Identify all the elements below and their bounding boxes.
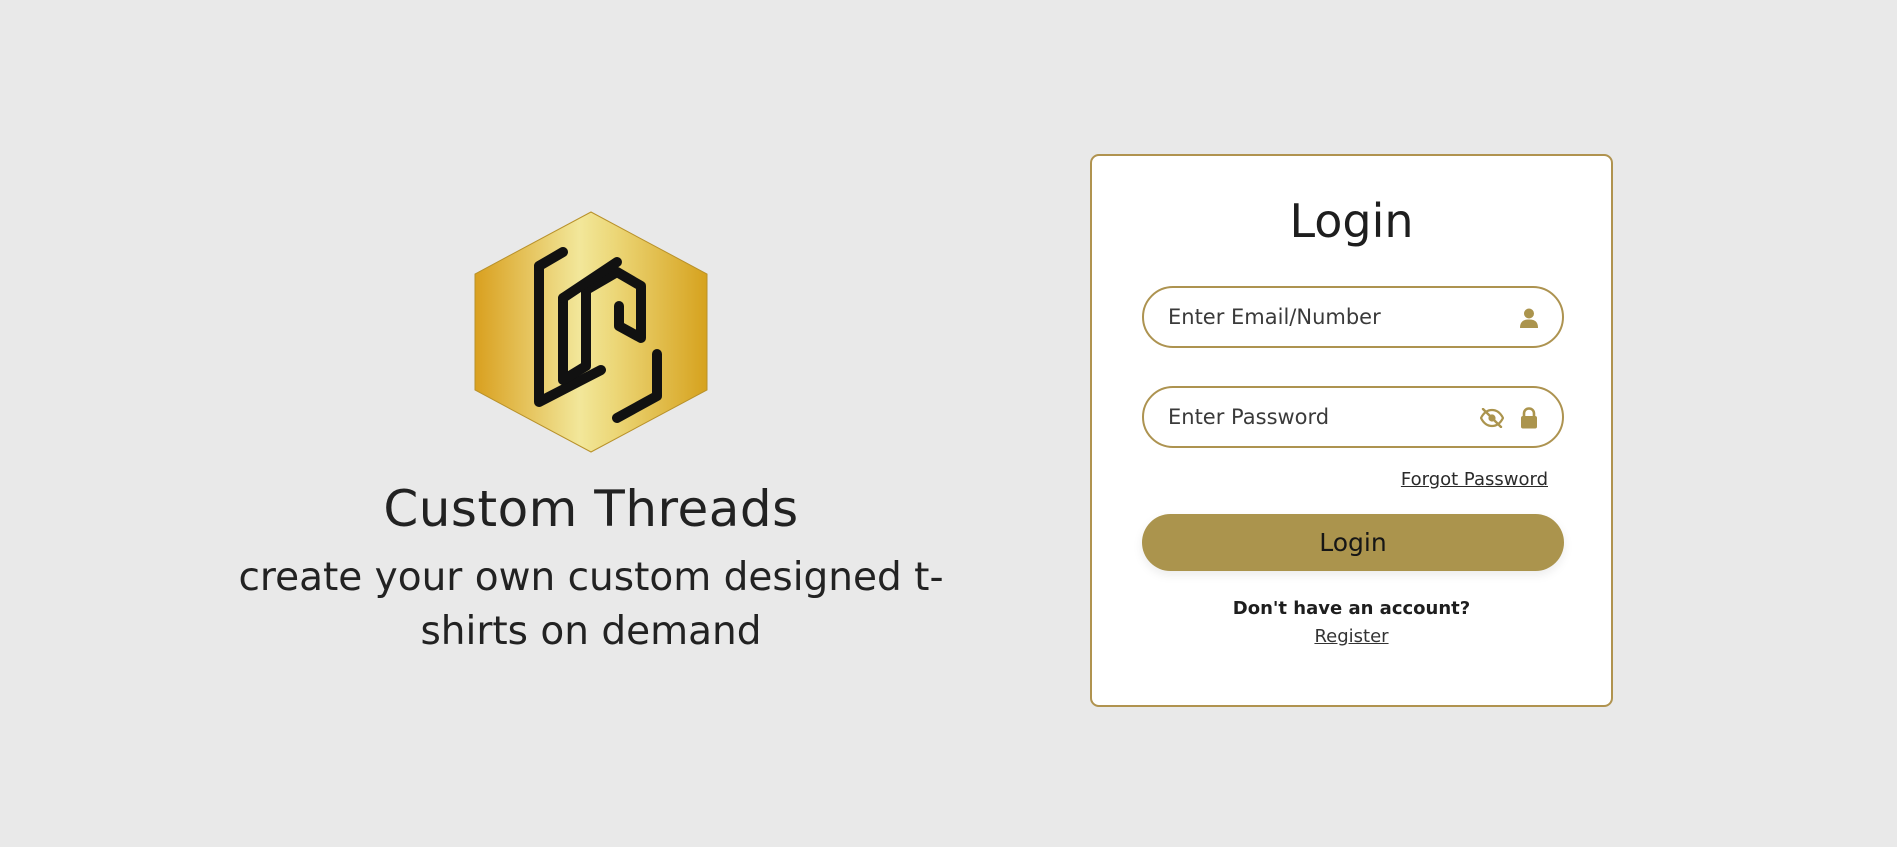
login-title: Login xyxy=(1289,194,1414,248)
eye-slash-icon[interactable] xyxy=(1479,405,1505,431)
password-field[interactable] xyxy=(1142,386,1564,448)
forgot-password-link[interactable]: Forgot Password xyxy=(1401,469,1548,490)
lock-icon xyxy=(1516,405,1542,431)
brand-tagline: create your own custom designed t-shirts… xyxy=(238,555,944,654)
brand-section: Custom Threads create your own custom de… xyxy=(191,210,991,659)
email-input[interactable] xyxy=(1168,288,1468,346)
register-link[interactable]: Register xyxy=(1314,626,1388,647)
register-row: Register xyxy=(1092,626,1611,647)
password-input[interactable] xyxy=(1168,388,1468,446)
email-field[interactable] xyxy=(1142,286,1564,348)
no-account-text: Don't have an account? xyxy=(1232,598,1471,619)
login-button[interactable]: Login xyxy=(1142,514,1564,571)
custom-threads-logo-icon xyxy=(474,211,708,453)
user-icon xyxy=(1516,305,1542,331)
login-card: Login Forgot Password Login Don' xyxy=(1090,154,1613,707)
brand-name: Custom Threads xyxy=(383,480,799,538)
